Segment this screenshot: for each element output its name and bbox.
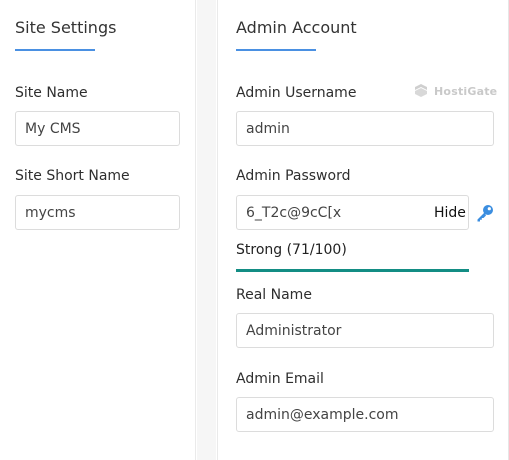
panel-gutter (197, 0, 216, 460)
admin-username-input[interactable] (236, 111, 494, 146)
site-name-label: Site Name (15, 85, 88, 101)
admin-email-label: Admin Email (236, 371, 324, 387)
hostigate-watermark: HostiGate (414, 84, 497, 98)
site-short-name-input[interactable] (15, 195, 180, 230)
hostigate-logo-icon (414, 84, 434, 98)
real-name-label: Real Name (236, 287, 312, 303)
admin-account-title: Admin Account (236, 18, 357, 37)
admin-email-input[interactable] (236, 397, 494, 432)
watermark-text: HostiGate (434, 85, 498, 98)
password-strength-bar (236, 269, 469, 272)
site-settings-title-underline (15, 49, 95, 51)
admin-password-label: Admin Password (236, 168, 351, 184)
site-settings-panel: Site Settings Site Name Site Short Name (0, 0, 196, 460)
admin-username-label: Admin Username (236, 85, 357, 101)
site-short-name-label: Site Short Name (15, 168, 130, 184)
key-icon[interactable] (475, 203, 495, 227)
password-hide-toggle[interactable]: Hide (434, 205, 466, 221)
admin-account-title-underline (236, 49, 316, 51)
site-name-input[interactable] (15, 111, 180, 146)
password-strength-text: Strong (71/100) (236, 242, 347, 258)
admin-account-panel: Admin Account HostiGate Admin Username A… (217, 0, 509, 460)
password-strength-bar-fill (236, 269, 469, 272)
site-settings-title: Site Settings (15, 18, 117, 37)
real-name-input[interactable] (236, 313, 494, 348)
